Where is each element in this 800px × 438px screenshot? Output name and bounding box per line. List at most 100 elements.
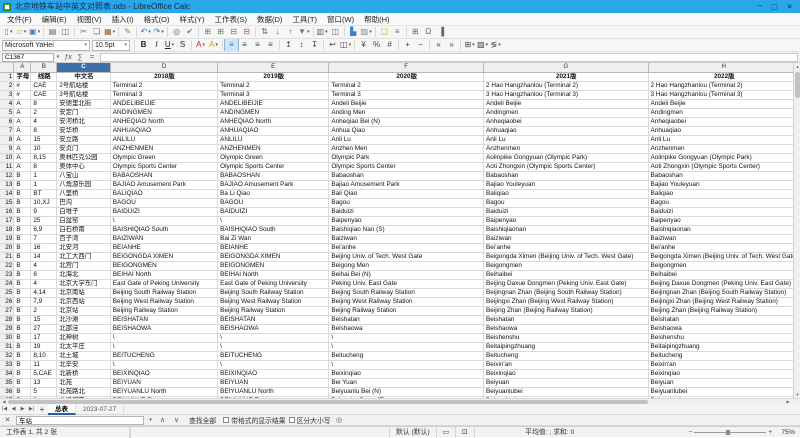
cell[interactable]: B [14, 360, 31, 369]
cell[interactable]: Bagou [484, 198, 648, 207]
cell[interactable]: 白堆子 [57, 207, 111, 216]
insert-row-icon[interactable]: ⊞ [201, 26, 214, 38]
cell[interactable]: 2 [31, 306, 57, 315]
cell[interactable]: Beishaowa [484, 324, 648, 333]
cell[interactable]: Beishatan [648, 315, 800, 324]
redo-icon[interactable]: ↷▾ [152, 26, 165, 38]
row-header-6[interactable]: 6 [0, 117, 14, 126]
cell[interactable]: Baliqiao [484, 189, 648, 198]
conditional-formatting-icon[interactable]: ≶▾ [489, 39, 502, 51]
cell[interactable]: BEIGONGMEN [218, 261, 329, 270]
cell[interactable]: ANDINGMEN [218, 108, 329, 117]
row-header-35[interactable]: 35 [0, 378, 14, 387]
cell[interactable]: 中文名 [57, 72, 111, 81]
print-preview-icon[interactable]: ◫ [59, 26, 72, 38]
cell[interactable]: 北工大西门 [57, 252, 111, 261]
zoom-in-icon[interactable]: + [768, 429, 772, 436]
cell[interactable]: B [14, 252, 31, 261]
cell[interactable]: Beijing South Railway Station [218, 288, 329, 297]
cell[interactable]: 2021版 [484, 72, 648, 81]
cell[interactable]: Beijing Zhan (Beijing Railway Station) [484, 306, 648, 315]
insert-column-icon[interactable]: ⊞ [214, 26, 227, 38]
italic-icon[interactable]: I [150, 39, 163, 51]
cell[interactable]: 8 [31, 162, 57, 171]
strikethrough-icon[interactable]: S [176, 39, 189, 51]
menu-item[interactable]: 编辑(E) [37, 13, 72, 26]
cell[interactable]: 八宝山 [57, 171, 111, 180]
cell[interactable]: B [14, 387, 31, 396]
cell[interactable]: B [14, 261, 31, 270]
column-header-E[interactable]: E [218, 63, 329, 72]
cell[interactable]: Terminal 2 [329, 81, 484, 90]
add-decimal-icon[interactable]: + [401, 39, 414, 51]
number-format-icon[interactable]: # [383, 39, 396, 51]
cell[interactable]: Beishenshu [648, 333, 800, 342]
headers-footers-icon[interactable]: ≡ [391, 26, 404, 38]
zoom-out-icon[interactable]: − [688, 429, 692, 436]
find-and-replace-icon[interactable]: ◎ [334, 416, 345, 424]
cell[interactable]: 10,XJ [31, 198, 57, 207]
cell[interactable]: East Gate of Peking University [218, 279, 329, 288]
show-grid-icon[interactable]: ⊞ [409, 26, 422, 38]
cell[interactable]: 北京大学东门 [57, 279, 111, 288]
menu-item[interactable]: 视图(V) [72, 13, 107, 26]
cell[interactable]: Terminal 3 [329, 90, 484, 99]
cell[interactable]: 1 [31, 180, 57, 189]
font-color-icon[interactable]: A▾ [194, 39, 207, 51]
cell[interactable]: Baishiqiaonan [484, 225, 648, 234]
cell[interactable]: Baiziwan [484, 234, 648, 243]
cell[interactable]: 13 [31, 378, 57, 387]
cell[interactable]: BEIXINQIAO [110, 369, 217, 378]
cell[interactable]: BABAOSHAN [110, 171, 217, 180]
cell[interactable]: Anli Lu [648, 135, 800, 144]
cell[interactable]: Beijing West Railway Station [110, 297, 217, 306]
row-header-27[interactable]: 27 [0, 306, 14, 315]
insert-comment-icon[interactable]: ❑ [378, 26, 391, 38]
cell[interactable]: Beitucheng [329, 351, 484, 360]
row-header-22[interactable]: 22 [0, 261, 14, 270]
cell[interactable]: 北太平庄 [57, 342, 111, 351]
cell[interactable]: 奥林匹克公园 [57, 153, 111, 162]
cell[interactable]: 北京西站 [57, 297, 111, 306]
cell[interactable]: 巴沟 [57, 198, 111, 207]
cell[interactable]: Beijing Railway Station [329, 306, 484, 315]
scroll-up-icon[interactable]: ▲ [794, 63, 800, 70]
cell[interactable]: Anding Men [329, 108, 484, 117]
menu-item[interactable]: 格式(O) [139, 13, 175, 26]
cell[interactable]: Aoti Zhongxin (Olympic Sports Center) [648, 162, 800, 171]
cell[interactable]: B [14, 207, 31, 216]
selection-mode-icon[interactable]: ⊡ [456, 427, 475, 438]
cell[interactable]: Beijingnan Zhan (Beijing South Railway S… [648, 288, 800, 297]
cell[interactable]: 4 [31, 117, 57, 126]
cell[interactable]: 4,14 [31, 288, 57, 297]
row-header-8[interactable]: 8 [0, 135, 14, 144]
cell[interactable]: Anli Lu [484, 135, 648, 144]
cell[interactable]: 安定门 [57, 108, 111, 117]
cell[interactable]: Beijing South Railway Station [329, 288, 484, 297]
cell[interactable]: 北海北 [57, 270, 111, 279]
column-header-C[interactable]: C [57, 63, 111, 72]
increase-indent-icon[interactable]: » [445, 39, 458, 51]
row-header-36[interactable]: 36 [0, 387, 14, 396]
menu-item[interactable]: 数据(D) [252, 13, 287, 26]
cell[interactable]: 北邵洼 [57, 324, 111, 333]
row-header-17[interactable]: 17 [0, 216, 14, 225]
cell[interactable]: BEIANHE [218, 243, 329, 252]
column-header-F[interactable]: F [329, 63, 484, 72]
cell[interactable]: Andeli Beijie [484, 99, 648, 108]
cell[interactable]: 北新桥 [57, 369, 111, 378]
column-header-A[interactable]: A [14, 63, 31, 72]
cell[interactable]: BAGOU [110, 198, 217, 207]
cell[interactable]: A [14, 144, 31, 153]
cell[interactable]: \ [218, 216, 329, 225]
cell[interactable]: BEIHAI North [218, 270, 329, 279]
new-icon[interactable]: ▯▾ [2, 26, 15, 38]
scroll-down-icon[interactable]: ▼ [794, 391, 800, 398]
cell[interactable]: Andeli Beijie [648, 99, 800, 108]
delete-row-icon[interactable]: ⊟ [227, 26, 240, 38]
cell[interactable]: Beitucheng [484, 351, 648, 360]
undo-icon[interactable]: ↶▾ [139, 26, 152, 38]
vertical-scrollbar[interactable]: ▲ ▼ [793, 63, 800, 398]
cell[interactable]: BEIHAI North [110, 270, 217, 279]
cell[interactable]: ANDELIBEIJIE [218, 99, 329, 108]
